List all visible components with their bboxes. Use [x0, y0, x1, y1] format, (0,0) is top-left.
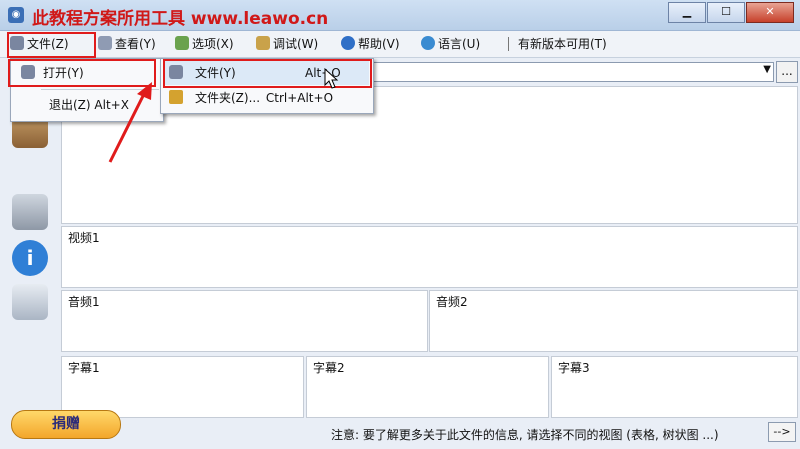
language-icon [421, 36, 435, 50]
annotation-arrow [108, 82, 152, 163]
menu-update[interactable]: 有新版本可用(T) [518, 35, 607, 53]
donate-button[interactable]: 捐赠 [11, 410, 121, 439]
subtitle2-label: 字幕2 [313, 361, 345, 375]
cursor-icon [324, 68, 339, 89]
video1-label: 视频1 [68, 231, 100, 245]
maximize-button[interactable]: ☐ [707, 2, 745, 23]
menu-debug[interactable]: 调试(W) [256, 35, 318, 53]
minimize-button[interactable]: ▁ [668, 2, 706, 23]
export-icon[interactable] [12, 284, 48, 320]
status-notice: 注意: 要了解更多关于此文件的信息, 请选择不同的视图 (表格, 树状图 ...… [331, 428, 719, 442]
menu-language-label: 语言(U) [438, 37, 481, 51]
subtitle2-panel: 字幕2 [306, 356, 549, 418]
info-icon[interactable]: i [12, 240, 48, 276]
audio1-label: 音频1 [68, 295, 100, 309]
menu-debug-label: 调试(W) [273, 37, 319, 51]
annotation-box-file-menu [7, 32, 96, 58]
window-controls: ▁ ☐ ✕ [667, 2, 794, 23]
menu-view-label: 查看(Y) [115, 37, 156, 51]
browse-button[interactable]: ... [776, 61, 798, 83]
menu-language[interactable]: 语言(U) [421, 35, 480, 53]
chevron-down-icon[interactable]: ▼ [763, 64, 771, 75]
submenu-folder-shortcut: Ctrl+Alt+O [265, 91, 334, 105]
audio2-label: 音频2 [436, 295, 468, 309]
debug-icon [256, 36, 270, 50]
menu-options-label: 选项(X) [192, 37, 234, 51]
menu-help-label: 帮助(V) [358, 37, 400, 51]
close-button[interactable]: ✕ [746, 2, 794, 23]
audio1-panel: 音频1 [61, 290, 428, 352]
subtitle1-label: 字幕1 [68, 361, 100, 375]
app-icon: ◉ [8, 7, 24, 23]
menu-help[interactable]: 帮助(V) [341, 35, 400, 53]
next-view-button[interactable]: --> [768, 422, 796, 442]
submenu-folder-label: 文件夹(Z)... [195, 91, 261, 105]
menu-separator [508, 37, 509, 51]
subtitle1-panel: 字幕1 [61, 356, 304, 418]
help-icon [341, 36, 355, 50]
menu-bar: 文件(Z) 查看(Y) 选项(X) 调试(W) 帮助(V) 语言(U) 有新版本… [0, 31, 800, 58]
subtitle3-panel: 字幕3 [551, 356, 798, 418]
video-panel: 视频1 [61, 226, 798, 288]
view-icon [98, 36, 112, 50]
left-toolbar: i [0, 84, 56, 404]
folder-icon [169, 90, 183, 104]
settings-tools-icon[interactable] [12, 194, 48, 230]
window-title: 此教程方案所用工具 www.leawo.cn [32, 9, 329, 29]
menu-options[interactable]: 选项(X) [175, 35, 234, 53]
annotation-box-file-item [163, 59, 372, 88]
menu-view[interactable]: 查看(Y) [98, 35, 156, 53]
subtitle3-label: 字幕3 [558, 361, 590, 375]
audio2-panel: 音频2 [429, 290, 798, 352]
title-bar: ◉ 此教程方案所用工具 www.leawo.cn ▁ ☐ ✕ [0, 0, 800, 31]
options-icon [175, 36, 189, 50]
